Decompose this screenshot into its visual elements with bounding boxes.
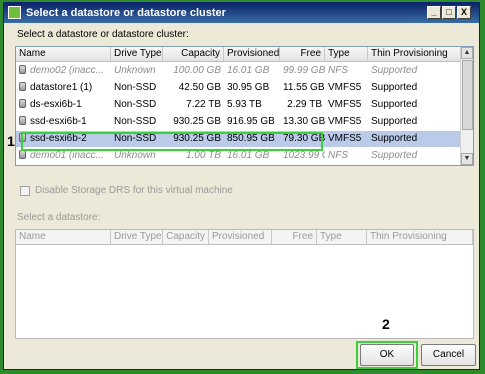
free: 99.99 GB xyxy=(283,65,325,76)
scroll-up-icon[interactable]: ▲ xyxy=(461,47,473,59)
col-drive-type[interactable]: Drive Type xyxy=(111,47,163,61)
drive-type: Non-SSD xyxy=(114,82,157,93)
thin-provisioning: Supported xyxy=(371,133,418,144)
step-2-marker: 2 xyxy=(382,316,390,332)
type: NFS xyxy=(328,150,348,161)
col-provisioned[interactable]: Provisioned xyxy=(224,47,280,61)
col-thin-provisioning[interactable]: Thin Provisioning xyxy=(368,47,463,61)
minimize-button[interactable]: _ xyxy=(427,6,441,19)
datastore-icon xyxy=(19,82,26,91)
datastore-dialog: Select a datastore or datastore cluster … xyxy=(3,2,480,370)
thin-provisioning: Supported xyxy=(371,99,418,110)
free: 13.30 GB xyxy=(283,116,325,127)
lower-table-header: Name Drive Type Capacity Provisioned Fre… xyxy=(16,230,473,245)
thin-provisioning: Supported xyxy=(371,116,418,127)
thin-provisioning: Supported xyxy=(371,150,418,161)
datastore-icon xyxy=(19,99,26,108)
ok-button[interactable]: OK xyxy=(360,344,414,366)
vertical-scrollbar[interactable]: ▲ ▼ xyxy=(460,47,473,165)
capacity: 7.22 TB xyxy=(186,99,221,110)
col-thin-provisioning: Thin Provisioning xyxy=(367,230,473,244)
free: 11.55 GB xyxy=(283,82,325,93)
step-1-marker: 1 xyxy=(7,133,15,149)
select-datastore-label: Select a datastore: xyxy=(17,212,101,223)
type: VMFS5 xyxy=(328,133,362,144)
capacity: 930.25 GB xyxy=(173,116,221,127)
disable-drs-checkbox[interactable] xyxy=(20,186,30,196)
thin-provisioning: Supported xyxy=(371,65,418,76)
table-row[interactable]: demo02 (inacc... Unknown 100.00 GB 16.01… xyxy=(16,63,463,79)
table-row[interactable]: ssd-esxi6b-1 Non-SSD 930.25 GB 916.95 GB… xyxy=(16,114,463,130)
col-provisioned: Provisioned xyxy=(209,230,272,244)
col-name[interactable]: Name xyxy=(16,47,111,61)
table-row[interactable]: ds-esxi6b-1 Non-SSD 7.22 TB 5.93 TB 2.29… xyxy=(16,97,463,113)
provisioned: 16.01 GB xyxy=(227,65,270,76)
datastore-icon xyxy=(19,65,26,74)
table-row[interactable]: datastore1 (1) Non-SSD 42.50 GB 30.95 GB… xyxy=(16,80,463,96)
datastore-list-label: Select a datastore or datastore cluster: xyxy=(17,29,189,40)
datastore-name: demo01 (inacc... xyxy=(30,150,104,161)
capacity: 42.50 GB xyxy=(178,82,221,93)
scroll-thumb[interactable] xyxy=(462,60,473,130)
scroll-down-icon[interactable]: ▼ xyxy=(461,153,473,165)
col-free[interactable]: Free xyxy=(280,47,325,61)
datastore-name: ssd-esxi6b-1 xyxy=(30,116,87,127)
datastore-icon xyxy=(19,150,26,159)
drive-type: Unknown xyxy=(114,65,156,76)
type: VMFS5 xyxy=(328,99,362,110)
table-header: Name Drive Type Capacity Provisioned Fre… xyxy=(16,47,473,62)
provisioned: 5.93 TB xyxy=(227,99,262,110)
datastore-icon xyxy=(19,116,26,125)
type: VMFS5 xyxy=(328,82,362,93)
selection-highlight xyxy=(21,132,323,151)
col-name: Name xyxy=(16,230,111,244)
datastore-name: demo02 (inacc... xyxy=(30,65,104,76)
thin-provisioning: Supported xyxy=(371,82,418,93)
drive-type: Non-SSD xyxy=(114,116,157,127)
datastore-name: datastore1 (1) xyxy=(30,82,93,93)
close-button[interactable]: X xyxy=(457,6,471,19)
dialog-title: Select a datastore or datastore cluster xyxy=(26,7,226,19)
title-bar: Select a datastore or datastore cluster … xyxy=(4,3,479,23)
free: 2.29 TB xyxy=(287,99,322,110)
vsphere-app-icon xyxy=(8,6,21,19)
provisioned: 916.95 GB xyxy=(227,116,275,127)
col-type[interactable]: Type xyxy=(325,47,368,61)
selected-datastore-table: Name Drive Type Capacity Provisioned Fre… xyxy=(15,229,474,339)
type: NFS xyxy=(328,65,348,76)
datastore-name: ds-esxi6b-1 xyxy=(30,99,82,110)
col-free: Free xyxy=(272,230,317,244)
capacity: 100.00 GB xyxy=(173,65,221,76)
cancel-button[interactable]: Cancel xyxy=(421,344,476,366)
disable-drs-label: Disable Storage DRS for this virtual mac… xyxy=(35,185,233,196)
type: VMFS5 xyxy=(328,116,362,127)
drive-type: Non-SSD xyxy=(114,99,157,110)
col-drive-type: Drive Type xyxy=(111,230,163,244)
provisioned: 30.95 GB xyxy=(227,82,270,93)
col-capacity: Capacity xyxy=(163,230,209,244)
col-type: Type xyxy=(317,230,367,244)
maximize-button[interactable]: □ xyxy=(442,6,456,19)
col-capacity[interactable]: Capacity xyxy=(163,47,224,61)
